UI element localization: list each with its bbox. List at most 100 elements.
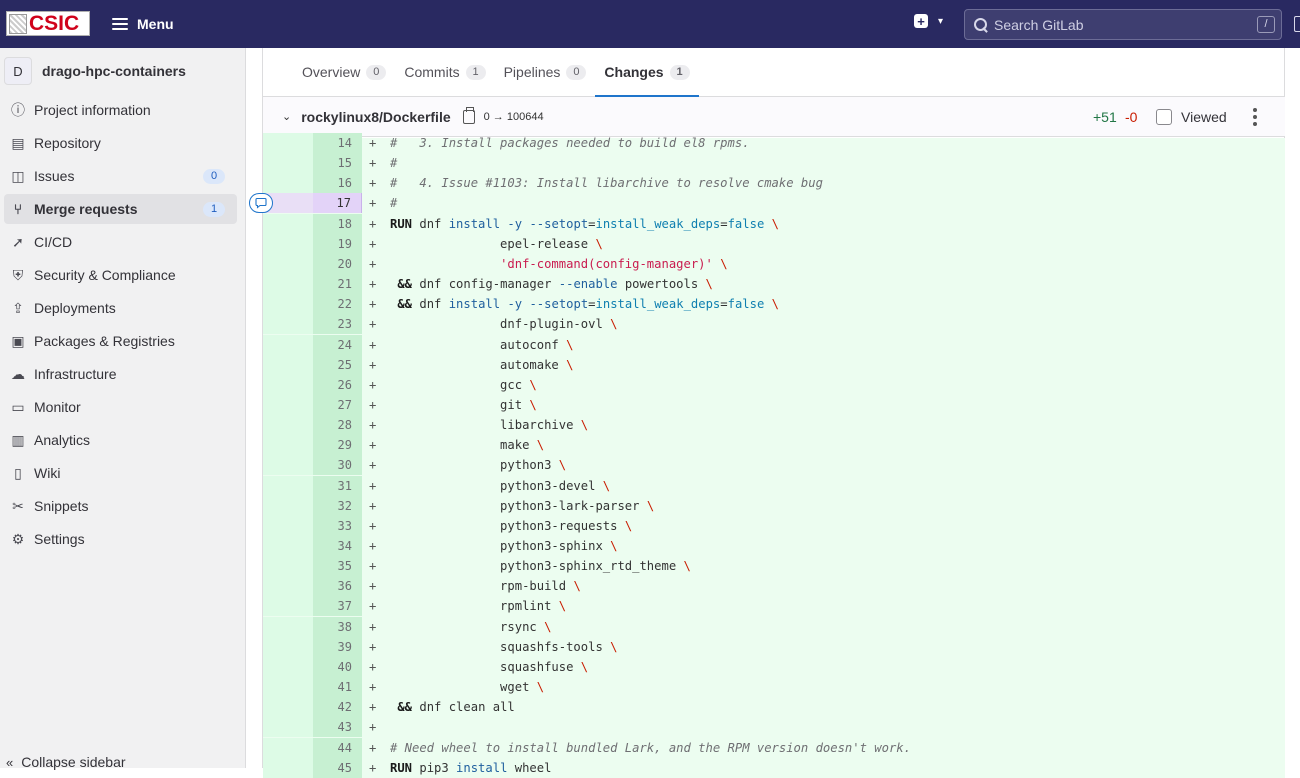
book-icon: ▯ <box>14 464 22 481</box>
new-line-number[interactable]: 26 <box>313 374 362 395</box>
old-line-number[interactable] <box>263 415 313 436</box>
new-line-number[interactable]: 27 <box>313 394 362 415</box>
new-line-number[interactable]: 31 <box>313 475 362 496</box>
old-line-number[interactable] <box>263 354 313 375</box>
new-line-number[interactable]: 20 <box>313 253 362 274</box>
new-line-number[interactable]: 32 <box>313 495 362 516</box>
sidebar-item-monitor[interactable]: ▭ Monitor <box>4 392 237 422</box>
file-options-icon[interactable] <box>1253 108 1257 126</box>
new-line-number[interactable]: 25 <box>313 354 362 375</box>
user-menu-edge[interactable] <box>1294 16 1300 32</box>
old-line-number[interactable] <box>263 334 313 355</box>
old-line-number[interactable] <box>263 697 313 718</box>
new-line-number[interactable]: 24 <box>313 334 362 355</box>
viewed-label[interactable]: Viewed <box>1181 109 1227 125</box>
new-line-number[interactable]: 21 <box>313 274 362 295</box>
old-line-number[interactable] <box>263 717 313 738</box>
new-line-number[interactable]: 14 <box>313 133 362 153</box>
project-header[interactable]: D drago-hpc-containers <box>0 56 246 86</box>
sidebar-item-wiki[interactable]: ▯ Wiki <box>4 458 237 488</box>
old-line-number[interactable] <box>263 274 313 295</box>
old-line-number[interactable] <box>263 576 313 597</box>
tab-commits[interactable]: Commits 1 <box>395 48 494 96</box>
old-line-number[interactable] <box>263 374 313 395</box>
new-line-number[interactable]: 34 <box>313 536 362 556</box>
old-line-number[interactable] <box>263 213 313 234</box>
old-line-number[interactable] <box>263 495 313 516</box>
old-line-number[interactable] <box>263 314 313 335</box>
added-marker: + <box>369 216 377 231</box>
diff-line: 25 + automake \ <box>263 354 1285 375</box>
sidebar-item-merge-requests[interactable]: ⑂ Merge requests 1 <box>4 194 237 224</box>
old-line-number[interactable] <box>263 515 313 536</box>
sidebar-item-snippets[interactable]: ✂ Snippets <box>4 491 237 521</box>
new-line-number[interactable]: 22 <box>313 294 362 315</box>
old-line-number[interactable] <box>263 233 313 254</box>
collapse-file-chevron-icon[interactable]: ⌄ <box>282 110 291 123</box>
file-path[interactable]: rockylinux8/Dockerfile <box>301 109 450 125</box>
line-code: # 4. Issue #1103: Install libarchive to … <box>390 176 823 191</box>
new-line-number[interactable]: 36 <box>313 576 362 597</box>
tab-changes[interactable]: Changes 1 <box>595 48 699 97</box>
csic-logo[interactable]: CSIC <box>6 11 90 36</box>
search-input[interactable]: Search GitLab / <box>964 9 1282 40</box>
new-line-number[interactable]: 41 <box>313 677 362 698</box>
new-line-number[interactable]: 16 <box>313 173 362 194</box>
new-dropdown-button[interactable]: + ▾ <box>914 14 943 28</box>
copy-icon[interactable] <box>462 106 475 124</box>
old-line-number[interactable] <box>263 475 313 496</box>
new-line-number[interactable]: 17 <box>313 193 362 214</box>
old-line-number[interactable] <box>263 394 313 415</box>
new-line-number[interactable]: 40 <box>313 656 362 677</box>
old-line-number[interactable] <box>263 556 313 577</box>
sidebar-item-packages-registries[interactable]: ▣ Packages & Registries <box>4 326 237 356</box>
new-line-number[interactable]: 19 <box>313 233 362 254</box>
tab-overview[interactable]: Overview 0 <box>293 48 395 96</box>
old-line-number[interactable] <box>263 677 313 698</box>
old-line-number[interactable] <box>263 596 313 617</box>
tab-pipelines[interactable]: Pipelines 0 <box>495 48 596 96</box>
sidebar-item-infrastructure[interactable]: ☁ Infrastructure <box>4 359 237 389</box>
old-line-number[interactable] <box>263 133 313 153</box>
sidebar-item-repository[interactable]: ▤ Repository <box>4 128 237 158</box>
old-line-number[interactable] <box>263 656 313 677</box>
new-line-number[interactable]: 39 <box>313 636 362 657</box>
new-line-number[interactable]: 23 <box>313 314 362 335</box>
sidebar-item-label: Monitor <box>34 399 81 415</box>
old-line-number[interactable] <box>263 636 313 657</box>
new-line-number[interactable]: 30 <box>313 455 362 476</box>
line-code: rpmlint \ <box>390 599 567 614</box>
sidebar-item-settings[interactable]: ⚙ Settings <box>4 524 237 554</box>
new-line-number[interactable]: 29 <box>313 435 362 456</box>
sidebar-item-ci-cd[interactable]: ➚ CI/CD <box>4 227 237 257</box>
new-line-number[interactable]: 43 <box>313 717 362 738</box>
old-line-number[interactable] <box>263 294 313 315</box>
sidebar-item-analytics[interactable]: ▥ Analytics <box>4 425 237 455</box>
old-line-number[interactable] <box>263 616 313 637</box>
viewed-checkbox[interactable] <box>1156 109 1172 125</box>
sidebar-item-project-information[interactable]: ⓘ Project information <box>4 95 237 125</box>
sidebar-item-deployments[interactable]: ⇪ Deployments <box>4 293 237 323</box>
old-line-number[interactable] <box>263 737 313 758</box>
new-line-number[interactable]: 42 <box>313 697 362 718</box>
line-code: 'dnf-command(config-manager)' \ <box>500 256 728 271</box>
new-line-number[interactable]: 33 <box>313 515 362 536</box>
menu-button[interactable]: Menu <box>112 12 174 36</box>
sidebar-item-security-compliance[interactable]: ⛨ Security & Compliance <box>4 260 237 290</box>
new-line-number[interactable]: 15 <box>313 153 362 174</box>
new-line-number[interactable]: 35 <box>313 556 362 577</box>
old-line-number[interactable] <box>263 455 313 476</box>
new-line-number[interactable]: 37 <box>313 596 362 617</box>
old-line-number[interactable] <box>263 435 313 456</box>
line-code: rsync \ <box>390 619 552 634</box>
old-line-number[interactable] <box>263 253 313 274</box>
old-line-number[interactable] <box>263 536 313 556</box>
new-line-number[interactable]: 18 <box>313 213 362 234</box>
new-line-number[interactable]: 38 <box>313 616 362 637</box>
new-line-number[interactable]: 28 <box>313 415 362 436</box>
old-line-number[interactable] <box>263 173 313 194</box>
add-comment-button[interactable] <box>249 193 273 213</box>
old-line-number[interactable] <box>263 153 313 174</box>
sidebar-item-issues[interactable]: ◫ Issues 0 <box>4 161 237 191</box>
new-line-number[interactable]: 44 <box>313 737 362 758</box>
